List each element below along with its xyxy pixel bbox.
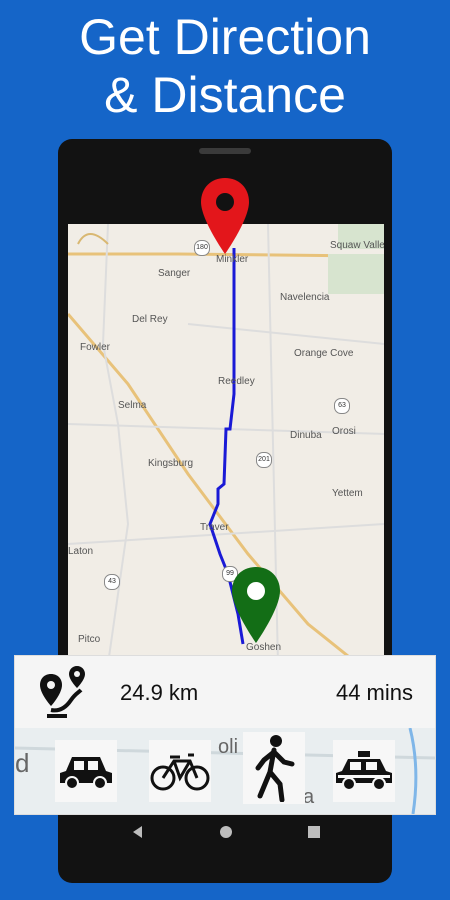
place-label: Selma (118, 400, 147, 411)
place-label: Squaw Valley (330, 240, 384, 251)
place-label: Dinuba (290, 430, 322, 441)
headline-line1: Get Direction (79, 9, 371, 65)
highway-shield: 63 (334, 398, 350, 414)
place-label: Reedley (218, 376, 255, 387)
recents-icon[interactable] (306, 824, 322, 840)
start-pin-icon[interactable] (199, 176, 251, 258)
walking-icon (255, 735, 295, 802)
route-duration: 44 mins (335, 680, 413, 705)
mode-taxi-button[interactable] (333, 740, 395, 802)
place-label: Orosi (332, 426, 356, 437)
place-label: Kingsburg (148, 458, 194, 469)
mode-bicycle-button[interactable] (149, 740, 211, 802)
place-label: Del Rey (132, 314, 168, 325)
mode-car-button[interactable] (55, 740, 117, 802)
place-label: Yettem (332, 488, 363, 499)
place-label: Pitco (78, 634, 101, 645)
highway-shield: 201 (256, 452, 272, 468)
end-pin-icon[interactable] (230, 565, 282, 647)
back-icon[interactable] (130, 824, 146, 840)
place-label: Navelencia (280, 292, 330, 303)
route-summary: 24.9 km 44 mins (15, 656, 435, 728)
map-text: d (15, 748, 30, 778)
place-label: Fowler (80, 342, 111, 353)
map-view[interactable]: Sanger Del Rey Fowler Selma Kingsburg La… (68, 224, 384, 664)
highway-shield: 43 (104, 574, 120, 590)
place-label: Sanger (158, 268, 191, 279)
phone-speaker (199, 148, 251, 154)
place-label: Traver (200, 522, 229, 533)
place-label: Laton (68, 546, 94, 557)
car-icon (60, 757, 112, 790)
home-icon[interactable] (218, 824, 234, 840)
place-label: Orange Cove (294, 348, 354, 359)
map-text: oli (218, 736, 239, 758)
route-info-panel: 24.9 km 44 mins d oli a (14, 655, 436, 815)
bicycle-icon (150, 753, 210, 791)
taxi-icon (336, 751, 392, 791)
route-pins-icon (40, 666, 85, 718)
map-roads (68, 224, 384, 664)
travel-mode-bar: d oli a (15, 728, 435, 814)
headline: Get Direction & Distance (0, 8, 450, 124)
route-distance: 24.9 km (120, 680, 199, 705)
headline-line2: & Distance (104, 67, 346, 123)
mode-walking-button[interactable] (243, 732, 305, 804)
